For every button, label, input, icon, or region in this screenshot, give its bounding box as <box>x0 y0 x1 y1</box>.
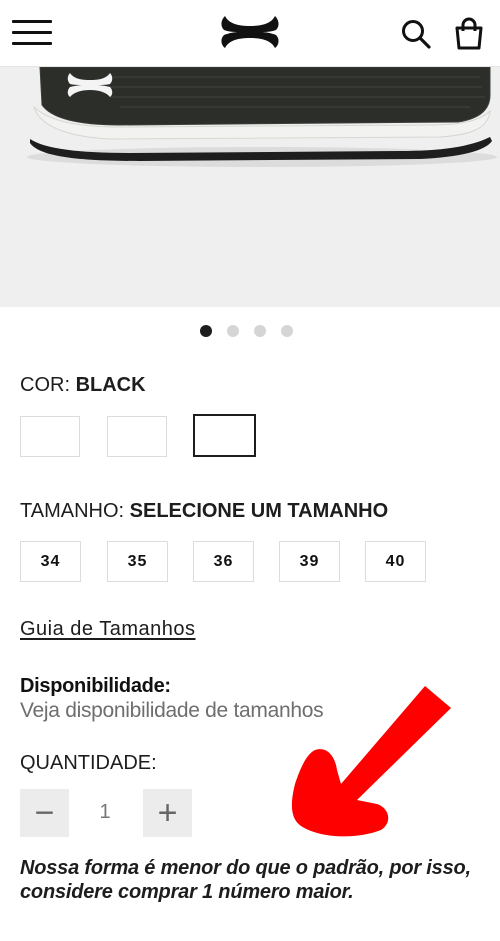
color-value: BLACK <box>75 374 146 396</box>
carousel-dot[interactable] <box>227 325 239 337</box>
availability-text[interactable]: Veja disponibilidade de tamanhos <box>20 699 324 723</box>
quantity-decrement-button[interactable]: − <box>20 789 69 837</box>
size-option[interactable]: 35 <box>107 541 168 582</box>
size-option[interactable]: 40 <box>365 541 426 582</box>
color-swatch[interactable] <box>20 416 80 457</box>
fit-note: Nossa forma é menor do que o padrão, por… <box>20 857 471 903</box>
quantity-increment-button[interactable]: + <box>143 789 192 837</box>
search-icon[interactable] <box>400 18 432 50</box>
color-label: COR: <box>20 374 70 396</box>
quantity-label: QUANTIDADE: <box>20 752 157 774</box>
carousel-dot[interactable] <box>200 325 212 337</box>
availability-title: Disponibilidade: <box>20 675 171 697</box>
size-label: TAMANHO: <box>20 500 125 522</box>
size-label-row: TAMANHO: SELECIONE UM TAMANHO <box>20 500 388 523</box>
product-image <box>0 67 500 307</box>
red-arrow-annotation <box>291 686 451 837</box>
quantity-value[interactable]: 1 <box>90 801 120 824</box>
carousel-dot[interactable] <box>281 325 293 337</box>
under-armour-logo[interactable] <box>219 14 281 50</box>
carousel-pagination <box>200 325 293 337</box>
color-swatch-selected[interactable] <box>193 414 256 457</box>
color-swatch[interactable] <box>107 416 167 457</box>
hamburger-menu-icon[interactable] <box>12 20 52 46</box>
size-option[interactable]: 36 <box>193 541 254 582</box>
size-value: SELECIONE UM TAMANHO <box>129 500 389 522</box>
color-label-row: COR: BLACK <box>20 374 146 397</box>
size-guide-link[interactable]: Guia de Tamanhos <box>20 618 196 641</box>
size-option[interactable]: 34 <box>20 541 81 582</box>
header <box>0 0 500 67</box>
shopping-bag-icon[interactable] <box>452 17 486 51</box>
carousel-dot[interactable] <box>254 325 266 337</box>
size-option[interactable]: 39 <box>279 541 340 582</box>
